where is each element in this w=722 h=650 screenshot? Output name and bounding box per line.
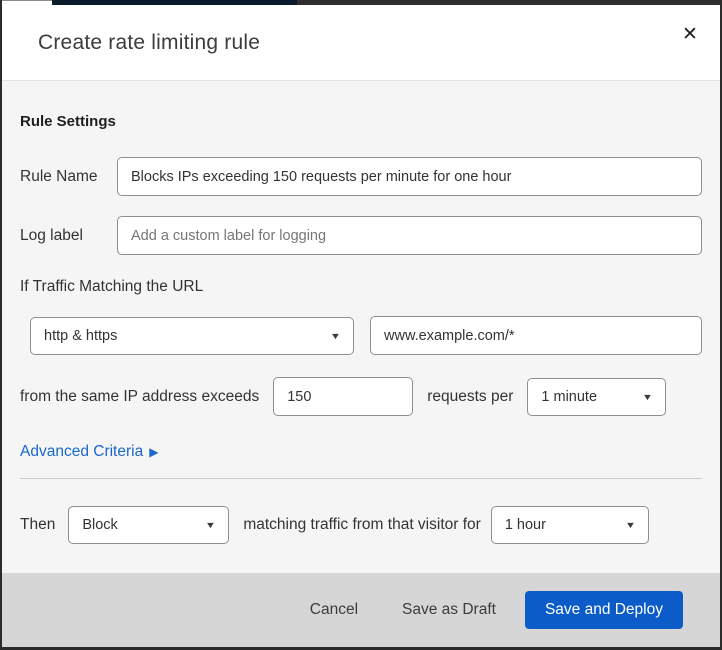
threshold-row: from the same IP address exceeds request…	[20, 377, 702, 416]
action-select-value: Block	[82, 517, 118, 533]
caret-down-icon: ▼	[642, 391, 654, 402]
caret-down-icon: ▼	[624, 520, 636, 530]
save-as-draft-button[interactable]: Save as Draft	[387, 593, 511, 627]
arrow-right-icon: ▶	[149, 445, 159, 459]
action-row: Then Block ▼ matching traffic from that …	[20, 506, 702, 544]
scheme-select[interactable]: http & https ▼	[30, 316, 354, 355]
requests-count-input[interactable]	[273, 377, 414, 416]
rate-limit-dialog-window: Create rate limiting rule ✕ Rule Setting…	[0, 0, 722, 650]
cancel-button[interactable]: Cancel	[295, 593, 373, 627]
action-middle-text: matching traffic from that visitor for	[243, 516, 481, 533]
action-prefix-text: Then	[20, 516, 56, 533]
action-select[interactable]: Block ▼	[68, 506, 230, 544]
log-label-label: Log label	[20, 226, 83, 244]
log-label-input[interactable]	[117, 216, 702, 255]
period-select-value: 1 minute	[541, 388, 598, 405]
traffic-match-heading: If Traffic Matching the URL	[20, 278, 204, 295]
dialog-body: Rule Settings Rule Name Log label If Tra…	[2, 81, 720, 573]
log-label-row: Log label	[20, 216, 702, 255]
dialog-footer: Cancel Save as Draft Save and Deploy	[2, 573, 720, 647]
advanced-criteria-label: Advanced Criteria	[20, 443, 144, 460]
caret-down-icon: ▼	[205, 520, 217, 530]
rule-name-row: Rule Name	[20, 157, 702, 196]
threshold-middle-text: requests per	[427, 387, 514, 405]
section-divider	[20, 478, 702, 479]
scheme-select-value: http & https	[44, 327, 118, 344]
close-icon[interactable]: ✕	[676, 21, 704, 49]
save-and-deploy-button[interactable]: Save and Deploy	[524, 591, 683, 629]
duration-select[interactable]: 1 hour ▼	[490, 506, 649, 544]
rule-name-input[interactable]	[117, 157, 702, 196]
advanced-criteria-link[interactable]: Advanced Criteria ▶	[20, 443, 158, 461]
duration-select-value: 1 hour	[504, 517, 546, 533]
url-pattern-input[interactable]	[370, 316, 702, 355]
threshold-prefix-text: from the same IP address exceeds	[20, 387, 260, 405]
dialog-title: Create rate limiting rule	[38, 30, 261, 54]
caret-down-icon: ▼	[329, 330, 342, 341]
period-select[interactable]: 1 minute ▼	[527, 377, 667, 416]
rule-settings-heading: Rule Settings	[20, 113, 116, 130]
rule-name-label: Rule Name	[20, 167, 98, 185]
dialog-header: Create rate limiting rule ✕	[2, 5, 720, 81]
traffic-match-row: http & https ▼	[20, 316, 702, 355]
